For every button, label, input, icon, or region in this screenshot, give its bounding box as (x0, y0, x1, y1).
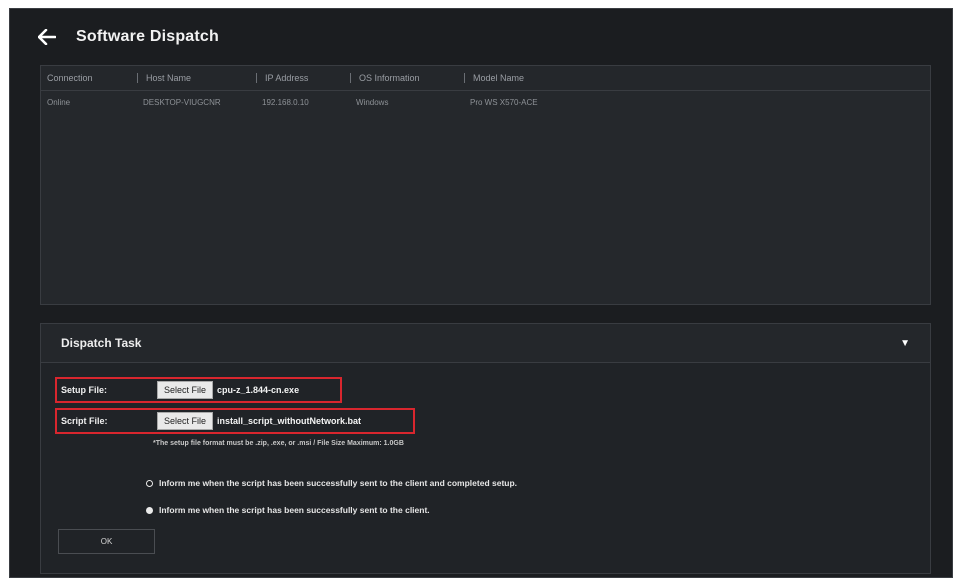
cell-model-name: Pro WS X570-ACE (470, 97, 538, 107)
file-format-note: *The setup file format must be .zip, .ex… (153, 440, 404, 447)
cell-connection: Online (47, 97, 71, 107)
table-row[interactable]: Online DESKTOP-VIUGCNR 192.168.0.10 Wind… (41, 91, 930, 113)
cell-host-name: DESKTOP-VIUGCNR (143, 97, 221, 107)
option-label: Inform me when the script has been succe… (159, 478, 518, 488)
table-header: Connection Host Name IP Address OS Infor… (41, 66, 930, 91)
radio-icon[interactable] (146, 479, 153, 487)
script-file-row: Script File: Select File install_script_… (55, 408, 415, 434)
setup-file-name: cpu-z_1.844-cn.exe (217, 385, 300, 395)
script-file-name: install_script_withoutNetwork.bat (217, 416, 362, 426)
ok-button[interactable]: OK (58, 529, 155, 554)
radio-selected-icon[interactable] (146, 506, 153, 514)
setup-file-label: Setup File: (61, 385, 108, 395)
device-table: Connection Host Name IP Address OS Infor… (40, 65, 931, 305)
column-header-connection[interactable]: Connection (41, 73, 137, 83)
column-header-ip-address[interactable]: IP Address (256, 73, 350, 83)
column-header-host-name[interactable]: Host Name (137, 73, 256, 83)
dispatch-task-title: Dispatch Task (61, 336, 142, 350)
column-header-os-information[interactable]: OS Information (350, 73, 464, 83)
notify-option-completed-setup[interactable]: Inform me when the script has been succe… (146, 478, 517, 488)
dispatch-task-panel: Dispatch Task ▼ (40, 323, 931, 574)
script-file-label: Script File: (61, 416, 108, 426)
dispatch-task-header[interactable]: Dispatch Task ▼ (41, 324, 930, 363)
setup-select-file-button[interactable]: Select File (157, 381, 214, 399)
script-select-file-button[interactable]: Select File (157, 412, 214, 430)
notify-option-sent[interactable]: Inform me when the script has been succe… (146, 505, 430, 515)
setup-file-row: Setup File: Select File cpu-z_1.844-cn.e… (55, 377, 342, 403)
cell-os-information: Windows (356, 97, 389, 107)
cell-ip-address: 192.168.0.10 (262, 97, 309, 107)
option-label: Inform me when the script has been succe… (159, 505, 430, 515)
page-title: Software Dispatch (76, 28, 219, 45)
app-window: Software Dispatch Connection Host Name I… (9, 8, 953, 578)
column-header-model-name[interactable]: Model Name (464, 73, 574, 83)
header: Software Dispatch (38, 21, 219, 53)
caret-down-icon[interactable]: ▼ (900, 338, 910, 349)
back-arrow-icon[interactable] (38, 26, 60, 48)
